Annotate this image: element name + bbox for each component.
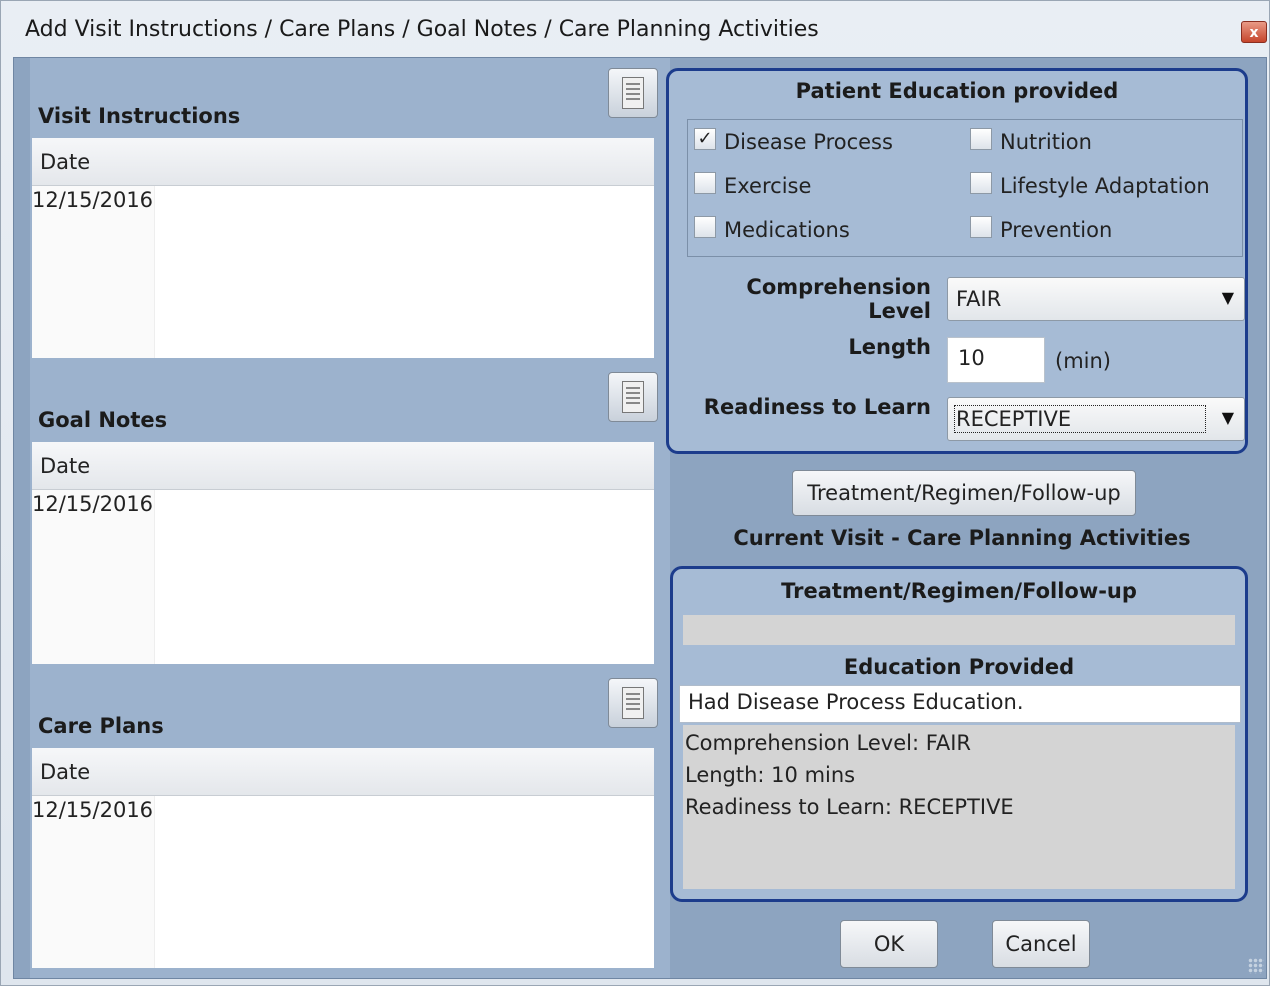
patient-education-title: Patient Education provided [795,79,1119,103]
chevron-down-icon: ▼ [1221,288,1234,307]
dialog-window: Add Visit Instructions / Care Plans / Go… [0,0,1270,986]
visit-instructions-add-button[interactable] [608,68,658,118]
visit-instructions-grid: Date 12/15/2016 [32,138,654,358]
care-plans-grid: Date 12/15/2016 [32,748,654,968]
date-cell: 12/15/2016 [32,188,154,212]
checkbox-box[interactable] [694,216,716,238]
ok-button[interactable]: OK [840,920,938,968]
detail-comprehension: Comprehension Level: FAIR [685,731,972,755]
close-button[interactable]: x [1241,21,1267,43]
note-document-icon [622,381,644,413]
date-cell: 12/15/2016 [32,798,154,822]
date-column-header[interactable]: Date [32,138,654,186]
title-bar: Add Visit Instructions / Care Plans / Go… [1,1,1269,57]
readiness-to-learn-dropdown[interactable]: RECEPTIVE ▼ [947,397,1245,441]
length-unit: (min) [1055,349,1111,373]
goal-notes-title: Goal Notes [38,408,168,432]
note-document-icon [622,77,644,109]
length-label: Length [848,335,931,359]
left-panel: Visit Instructions Date 12/15/2016 Goal … [30,58,670,978]
treatment-header: Treatment/Regimen/Follow-up [781,579,1137,603]
checkbox-label: Prevention [1000,218,1113,242]
education-details: Comprehension Level: FAIR Length: 10 min… [683,725,1235,889]
goal-notes-add-button[interactable] [608,372,658,422]
table-row[interactable]: 12/15/2016 [32,490,155,664]
window-title: Add Visit Instructions / Care Plans / Go… [25,17,819,42]
checkbox-label: Lifestyle Adaptation [1000,174,1210,198]
detail-length: Length: 10 mins [685,763,856,787]
date-cell: 12/15/2016 [32,492,154,516]
education-topics-group: ✓ Disease Process Nutrition Exercise Lif… [687,119,1243,257]
comprehension-level-label: Comprehension Level [746,275,931,323]
cancel-button[interactable]: Cancel [992,920,1090,968]
checkbox-box[interactable] [694,172,716,194]
table-row[interactable]: 12/15/2016 [32,796,155,968]
education-provided-text[interactable]: Had Disease Process Education. [679,685,1241,723]
treatment-regimen-button[interactable]: Treatment/Regimen/Follow-up [792,470,1136,516]
care-plans-add-button[interactable] [608,678,658,728]
visit-instructions-title: Visit Instructions [38,104,241,128]
checkbox-label: Medications [724,218,850,242]
care-planning-summary-panel: Treatment/Regimen/Follow-up Education Pr… [670,566,1248,902]
note-document-icon [622,687,644,719]
checkbox-label: Nutrition [1000,130,1092,154]
checkbox-box[interactable] [970,216,992,238]
visit-instructions-section: Visit Instructions Date 12/15/2016 [30,58,670,362]
patient-education-panel: Patient Education provided ✓ Disease Pro… [666,68,1248,454]
checkbox-box[interactable] [970,172,992,194]
checkbox-label: Disease Process [724,130,893,154]
readiness-to-learn-value: RECEPTIVE [956,407,1072,431]
goal-notes-grid: Date 12/15/2016 [32,442,654,664]
checkbox-box[interactable]: ✓ [694,128,716,150]
checkbox-box[interactable] [970,128,992,150]
date-column-header[interactable]: Date [32,748,654,796]
readiness-to-learn-label: Readiness to Learn [703,395,931,419]
dialog-body: Visit Instructions Date 12/15/2016 Goal … [13,57,1267,979]
checkbox-label: Exercise [724,174,812,198]
chevron-down-icon: ▼ [1221,408,1234,427]
detail-readiness: Readiness to Learn: RECEPTIVE [685,795,1014,819]
comprehension-level-value: FAIR [956,287,1002,311]
education-provided-header: Education Provided [843,655,1075,679]
care-plans-section: Care Plans Date 12/15/2016 [30,668,670,978]
comprehension-level-dropdown[interactable]: FAIR ▼ [947,277,1245,321]
goal-notes-section: Goal Notes Date 12/15/2016 [30,362,670,666]
table-row[interactable]: 12/15/2016 [32,186,155,358]
current-visit-title: Current Visit - Care Planning Activities [733,526,1191,550]
resize-grip-icon[interactable] [1248,958,1264,974]
length-input[interactable]: 10 [947,337,1045,383]
care-plans-title: Care Plans [38,714,164,738]
treatment-text [683,615,1235,645]
date-column-header[interactable]: Date [32,442,654,490]
